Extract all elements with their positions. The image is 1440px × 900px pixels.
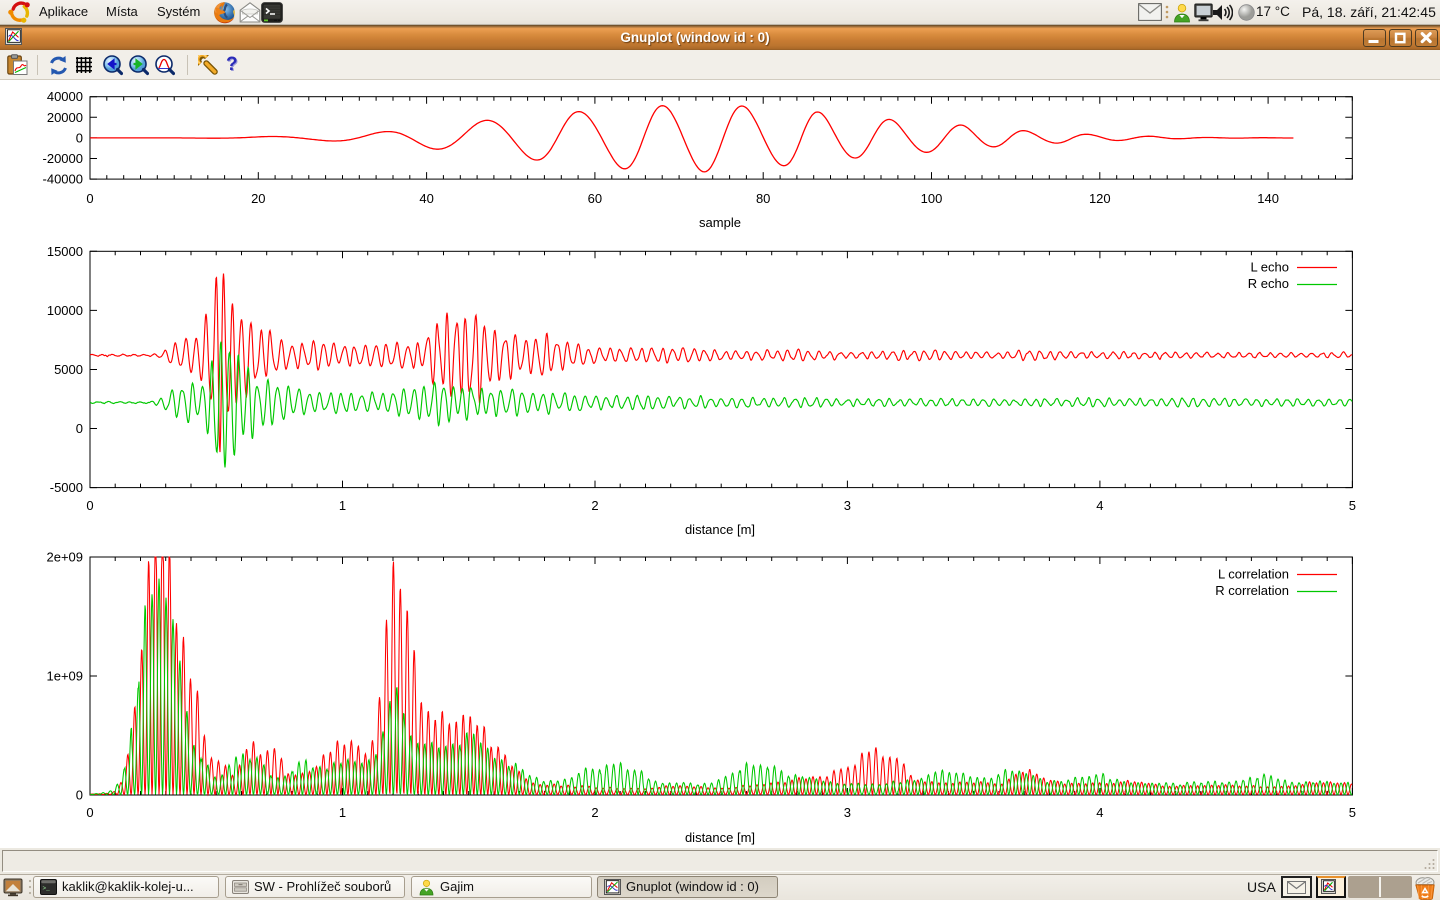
svg-text:R echo: R echo: [1248, 276, 1289, 291]
svg-text:3: 3: [844, 498, 851, 513]
svg-text:140: 140: [1257, 191, 1279, 206]
svg-text:5: 5: [1349, 498, 1356, 513]
svg-text:0: 0: [76, 421, 83, 436]
svg-text:0: 0: [86, 805, 93, 820]
svg-text:2: 2: [591, 498, 598, 513]
svg-text:120: 120: [1089, 191, 1111, 206]
svg-text:1: 1: [339, 498, 346, 513]
svg-text:2e+09: 2e+09: [46, 550, 83, 565]
svg-text:-20000: -20000: [43, 151, 83, 166]
svg-text:0: 0: [86, 498, 93, 513]
svg-text:-40000: -40000: [43, 172, 83, 187]
svg-text:L correlation: L correlation: [1218, 567, 1289, 582]
svg-text:4: 4: [1096, 805, 1103, 820]
svg-text:80: 80: [756, 191, 770, 206]
svg-text:distance [m]: distance [m]: [685, 522, 755, 537]
svg-text:2: 2: [591, 805, 598, 820]
svg-text:5000: 5000: [54, 362, 83, 377]
svg-text:1e+09: 1e+09: [46, 669, 83, 684]
svg-text:15000: 15000: [47, 244, 83, 259]
svg-text:20: 20: [251, 191, 265, 206]
svg-text:-5000: -5000: [50, 480, 83, 495]
svg-text:R correlation: R correlation: [1215, 583, 1289, 598]
svg-text:3: 3: [844, 805, 851, 820]
svg-text:10000: 10000: [47, 303, 83, 318]
svg-text:40000: 40000: [47, 89, 83, 104]
svg-text:0: 0: [76, 130, 83, 145]
svg-text:60: 60: [588, 191, 602, 206]
svg-text:40: 40: [419, 191, 433, 206]
svg-text:20000: 20000: [47, 110, 83, 125]
svg-text:L echo: L echo: [1250, 260, 1289, 275]
svg-text:100: 100: [921, 191, 943, 206]
svg-text:5: 5: [1349, 805, 1356, 820]
svg-text:4: 4: [1096, 498, 1103, 513]
svg-text:0: 0: [76, 788, 83, 803]
svg-text:sample: sample: [699, 215, 741, 230]
svg-text:0: 0: [86, 191, 93, 206]
svg-text:>_: >_: [43, 885, 51, 892]
svg-text:distance [m]: distance [m]: [685, 830, 755, 845]
svg-text:1: 1: [339, 805, 346, 820]
